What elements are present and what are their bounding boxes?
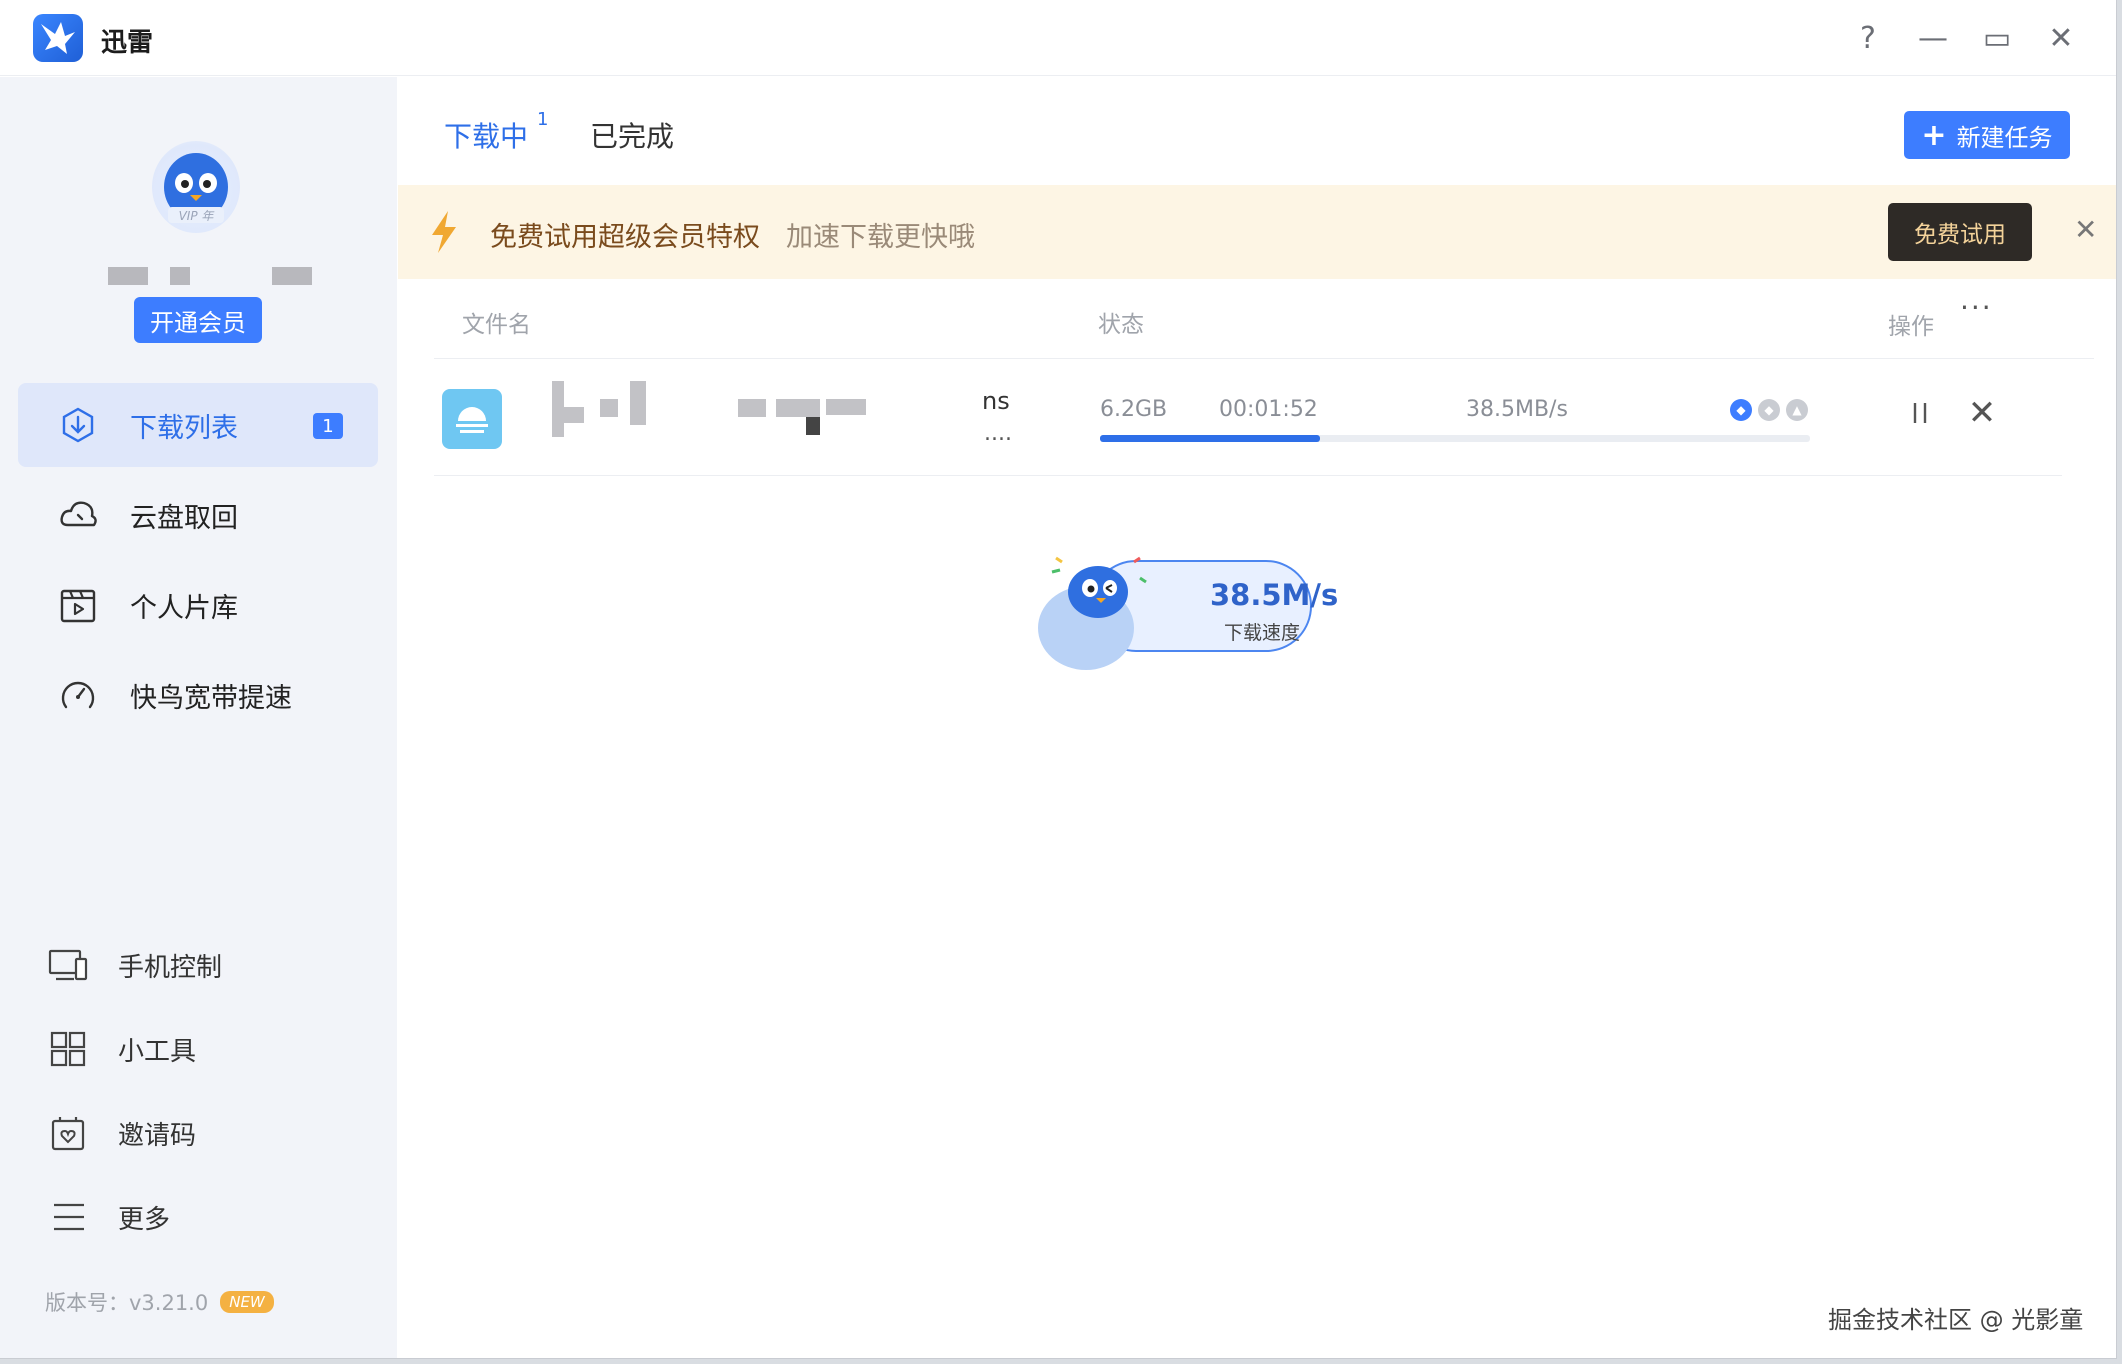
help-button[interactable]: ? (1845, 16, 1891, 60)
new-task-button[interactable]: + 新建任务 (1904, 111, 2070, 159)
column-header-name: 文件名 (462, 312, 531, 338)
tool-item-label: 邀请码 (118, 1120, 197, 1151)
thunder-logo-icon (33, 14, 83, 62)
tab-downloading-count: 1 (537, 109, 549, 130)
banner-subtitle: 加速下载更快哦 (786, 222, 975, 253)
sidebar-item-download-list[interactable]: 下载列表 1 (18, 383, 378, 467)
sidebar-item-personal-library[interactable]: 个人片库 (18, 563, 378, 647)
username-redacted (108, 263, 312, 287)
cancel-task-button[interactable]: ✕ (1964, 393, 2000, 433)
progress-bar (1100, 435, 1810, 442)
avatar[interactable]: VIP 年 (152, 141, 240, 233)
sidebar-item-label: 个人片库 (130, 592, 238, 624)
file-name-redacted (538, 381, 968, 445)
tab-completed[interactable]: 已完成 (590, 115, 674, 155)
file-type-icon (442, 389, 502, 449)
tool-item-more[interactable]: 更多 (48, 1187, 348, 1247)
app-title: 迅雷 (101, 28, 154, 58)
video-library-icon (60, 589, 96, 623)
open-vip-button[interactable]: 开通会员 (134, 297, 262, 343)
version-label: 版本号：v3.21.0 (45, 1291, 209, 1315)
sidebar-item-label: 云盘取回 (130, 502, 238, 534)
tool-item-label: 更多 (118, 1204, 171, 1235)
tool-item-label: 小工具 (118, 1036, 197, 1067)
minimize-button[interactable]: — (1910, 16, 1956, 60)
menu-icon (54, 1203, 84, 1231)
banner-close-icon[interactable]: ✕ (2074, 213, 2097, 246)
sidebar-item-broadband-boost[interactable]: 快鸟宽带提速 (18, 653, 378, 737)
main-panel: 下载中 1 已完成 + 新建任务 免费试用超级会员特权 加速下载更快哦 免费试用… (398, 77, 2116, 1358)
file-name-tail: ns (982, 387, 1010, 415)
speed-label: 下载速度 (1224, 622, 1301, 644)
column-header-status: 状态 (1098, 312, 1144, 338)
table-row[interactable]: ns .... 6.2GB 00:01:52 38.5MB/s ◆ ◆ ▲ ✕ (434, 359, 2062, 476)
grid-icon (50, 1031, 86, 1067)
new-task-label: 新建任务 (1956, 123, 2053, 152)
banner-title: 免费试用超级会员特权 (490, 222, 760, 253)
progress-fill (1100, 435, 1321, 442)
tab-downloading[interactable]: 下载中 (444, 115, 528, 155)
version-info: 版本号：v3.21.0 NEW (45, 1287, 274, 1317)
tool-item-phone-control[interactable]: 手机控制 (48, 935, 348, 995)
cloud-icon (60, 501, 97, 527)
more-options-icon[interactable]: ··· (1960, 291, 1993, 324)
vip-promo-banner: 免费试用超级会员特权 加速下载更快哦 免费试用 ✕ (398, 185, 2116, 279)
diamond-icon: ◆ (1758, 399, 1780, 421)
app-window: 迅雷 ? — ▭ ✕ VIP 年 开通会员 下载列表 1 云盘取回 个人片库 快… (0, 0, 2116, 1358)
tool-item-utilities[interactable]: 小工具 (48, 1019, 348, 1079)
pause-icon (1913, 403, 1927, 423)
tool-item-invite-code[interactable]: 邀请码 (48, 1103, 348, 1163)
column-header-ops: 操作 (1888, 314, 1934, 340)
tool-item-label: 手机控制 (118, 952, 223, 983)
watermark: 掘金技术社区 @ 光影童 (1828, 1306, 2084, 1334)
task-size: 6.2GB (1100, 397, 1168, 422)
sidebar-item-label: 下载列表 (130, 412, 238, 444)
speed-widget: 38.5M/s 下载速度 (1038, 556, 1338, 670)
speed-value: 38.5M/s (1210, 578, 1339, 612)
sidebar: VIP 年 开通会员 下载列表 1 云盘取回 个人片库 快鸟宽带提速 手机控制 … (0, 77, 397, 1358)
task-elapsed-time: 00:01:52 (1219, 397, 1318, 422)
title-bar: 迅雷 ? — ▭ ✕ (0, 0, 2116, 76)
shield-icon: ◆ (1730, 399, 1752, 421)
free-trial-button[interactable]: 免费试用 (1888, 203, 2032, 261)
invite-icon (51, 1117, 85, 1151)
speedometer-icon (61, 681, 95, 709)
maximize-button[interactable]: ▭ (1974, 16, 2020, 60)
close-button[interactable]: ✕ (2038, 16, 2084, 60)
download-count-badge: 1 (313, 413, 343, 439)
rocket-icon: ▲ (1786, 399, 1808, 421)
vip-badge-text: VIP 年 (179, 209, 216, 223)
sidebar-item-cloud-retrieve[interactable]: 云盘取回 (18, 473, 378, 557)
sidebar-item-label: 快鸟宽带提速 (130, 682, 292, 714)
download-icon (62, 407, 94, 443)
new-badge: NEW (220, 1291, 274, 1313)
lightning-icon (432, 211, 456, 253)
file-name-ellipsis: .... (984, 421, 1012, 446)
pause-button[interactable] (1902, 395, 1938, 431)
mascot-bird-icon (1051, 556, 1147, 618)
plus-icon: + (1921, 117, 1947, 153)
acceleration-badges: ◆ ◆ ▲ (1730, 399, 1808, 421)
task-speed: 38.5MB/s (1466, 397, 1568, 422)
devices-icon (48, 949, 88, 981)
